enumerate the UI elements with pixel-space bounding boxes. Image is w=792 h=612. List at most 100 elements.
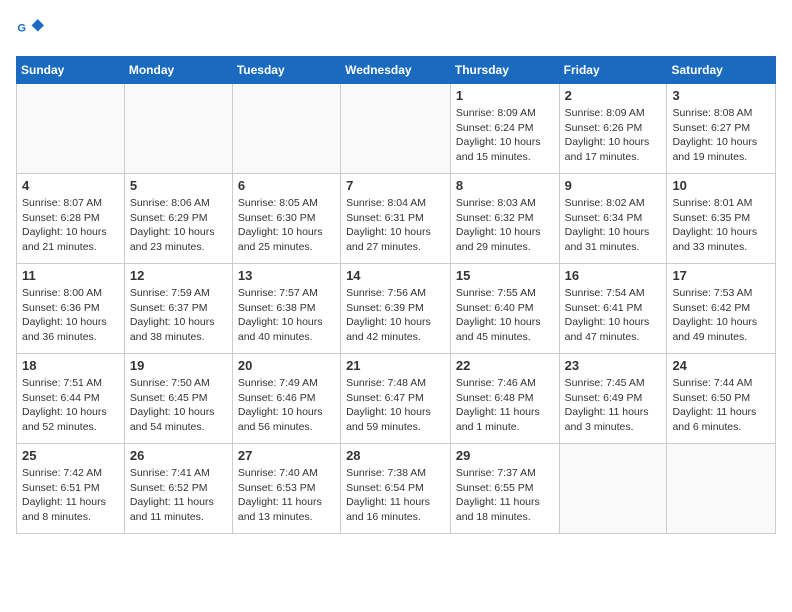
day-number: 27	[238, 448, 335, 463]
day-number: 17	[672, 268, 770, 283]
calendar-header-row: SundayMondayTuesdayWednesdayThursdayFrid…	[17, 57, 776, 84]
day-info: Sunrise: 8:01 AM Sunset: 6:35 PM Dayligh…	[672, 196, 770, 255]
calendar-header-saturday: Saturday	[667, 57, 776, 84]
calendar-cell: 26 Sunrise: 7:41 AM Sunset: 6:52 PM Dayli…	[124, 444, 232, 534]
day-number: 9	[565, 178, 662, 193]
calendar-cell: 11Sunrise: 8:00 AM Sunset: 6:36 PM Dayli…	[17, 264, 125, 354]
calendar-cell: 28 Sunrise: 7:38 AM Sunset: 6:54 PM Dayli…	[341, 444, 451, 534]
day-number: 23	[565, 358, 662, 373]
calendar-header-tuesday: Tuesday	[232, 57, 340, 84]
day-info: Sunrise: 8:07 AM Sunset: 6:28 PM Dayligh…	[22, 196, 119, 255]
svg-text:G: G	[18, 23, 26, 35]
calendar-cell: 24 Sunrise: 7:44 AM Sunset: 6:50 PM Dayli…	[667, 354, 776, 444]
day-number: 21	[346, 358, 445, 373]
calendar-header-wednesday: Wednesday	[341, 57, 451, 84]
day-info: Sunrise: 7:53 AM Sunset: 6:42 PM Dayligh…	[672, 286, 770, 345]
day-info: Sunrise: 7:54 AM Sunset: 6:41 PM Dayligh…	[565, 286, 662, 345]
day-info: Sunrise: 7:46 AM Sunset: 6:48 PM Dayligh…	[456, 376, 554, 435]
day-number: 16	[565, 268, 662, 283]
day-info: Sunrise: 8:02 AM Sunset: 6:34 PM Dayligh…	[565, 196, 662, 255]
calendar-week-2: 4Sunrise: 8:07 AM Sunset: 6:28 PM Daylig…	[17, 174, 776, 264]
day-number: 29	[456, 448, 554, 463]
day-info: Sunrise: 7:37 AM Sunset: 6:55 PM Dayligh…	[456, 466, 554, 525]
day-info: Sunrise: 7:38 AM Sunset: 6:54 PM Dayligh…	[346, 466, 445, 525]
day-info: Sunrise: 7:45 AM Sunset: 6:49 PM Dayligh…	[565, 376, 662, 435]
calendar-cell: 4Sunrise: 8:07 AM Sunset: 6:28 PM Daylig…	[17, 174, 125, 264]
calendar-cell: 23 Sunrise: 7:45 AM Sunset: 6:49 PM Dayli…	[559, 354, 667, 444]
day-number: 20	[238, 358, 335, 373]
day-info: Sunrise: 7:59 AM Sunset: 6:37 PM Dayligh…	[130, 286, 227, 345]
calendar-cell: 17 Sunrise: 7:53 AM Sunset: 6:42 PM Dayli…	[667, 264, 776, 354]
calendar-cell: 21 Sunrise: 7:48 AM Sunset: 6:47 PM Dayli…	[341, 354, 451, 444]
day-number: 6	[238, 178, 335, 193]
day-number: 2	[565, 88, 662, 103]
day-number: 10	[672, 178, 770, 193]
day-info: Sunrise: 8:03 AM Sunset: 6:32 PM Dayligh…	[456, 196, 554, 255]
calendar-cell: 10 Sunrise: 8:01 AM Sunset: 6:35 PM Dayli…	[667, 174, 776, 264]
calendar-week-1: 1 Sunrise: 8:09 AM Sunset: 6:24 PM Daylig…	[17, 84, 776, 174]
calendar-cell: 6 Sunrise: 8:05 AM Sunset: 6:30 PM Daylig…	[232, 174, 340, 264]
calendar-cell: 22 Sunrise: 7:46 AM Sunset: 6:48 PM Dayli…	[450, 354, 559, 444]
calendar-cell: 7Sunrise: 8:04 AM Sunset: 6:31 PM Daylig…	[341, 174, 451, 264]
calendar-cell: 19 Sunrise: 7:50 AM Sunset: 6:45 PM Dayli…	[124, 354, 232, 444]
calendar-cell: 1 Sunrise: 8:09 AM Sunset: 6:24 PM Daylig…	[450, 84, 559, 174]
logo: G	[16, 16, 48, 44]
day-number: 22	[456, 358, 554, 373]
day-info: Sunrise: 7:44 AM Sunset: 6:50 PM Dayligh…	[672, 376, 770, 435]
calendar-header-friday: Friday	[559, 57, 667, 84]
day-info: Sunrise: 8:09 AM Sunset: 6:24 PM Dayligh…	[456, 106, 554, 165]
calendar-cell	[17, 84, 125, 174]
calendar-week-3: 11Sunrise: 8:00 AM Sunset: 6:36 PM Dayli…	[17, 264, 776, 354]
calendar-cell: 9 Sunrise: 8:02 AM Sunset: 6:34 PM Daylig…	[559, 174, 667, 264]
calendar-header-monday: Monday	[124, 57, 232, 84]
day-info: Sunrise: 7:49 AM Sunset: 6:46 PM Dayligh…	[238, 376, 335, 435]
day-number: 28	[346, 448, 445, 463]
day-info: Sunrise: 7:41 AM Sunset: 6:52 PM Dayligh…	[130, 466, 227, 525]
calendar-cell: 12 Sunrise: 7:59 AM Sunset: 6:37 PM Dayli…	[124, 264, 232, 354]
day-number: 3	[672, 88, 770, 103]
calendar-week-5: 25 Sunrise: 7:42 AM Sunset: 6:51 PM Dayli…	[17, 444, 776, 534]
day-info: Sunrise: 7:42 AM Sunset: 6:51 PM Dayligh…	[22, 466, 119, 525]
calendar-cell	[667, 444, 776, 534]
day-number: 15	[456, 268, 554, 283]
calendar-cell	[341, 84, 451, 174]
calendar-cell: 3 Sunrise: 8:08 AM Sunset: 6:27 PM Daylig…	[667, 84, 776, 174]
day-info: Sunrise: 8:06 AM Sunset: 6:29 PM Dayligh…	[130, 196, 227, 255]
day-number: 24	[672, 358, 770, 373]
day-info: Sunrise: 8:08 AM Sunset: 6:27 PM Dayligh…	[672, 106, 770, 165]
day-info: Sunrise: 7:51 AM Sunset: 6:44 PM Dayligh…	[22, 376, 119, 435]
calendar-cell: 8 Sunrise: 8:03 AM Sunset: 6:32 PM Daylig…	[450, 174, 559, 264]
calendar-cell	[124, 84, 232, 174]
calendar-cell	[559, 444, 667, 534]
day-info: Sunrise: 8:05 AM Sunset: 6:30 PM Dayligh…	[238, 196, 335, 255]
day-number: 12	[130, 268, 227, 283]
day-info: Sunrise: 7:48 AM Sunset: 6:47 PM Dayligh…	[346, 376, 445, 435]
calendar-cell: 5Sunrise: 8:06 AM Sunset: 6:29 PM Daylig…	[124, 174, 232, 264]
day-info: Sunrise: 8:04 AM Sunset: 6:31 PM Dayligh…	[346, 196, 445, 255]
page-header: G	[16, 16, 776, 44]
day-number: 19	[130, 358, 227, 373]
calendar-cell: 15Sunrise: 7:55 AM Sunset: 6:40 PM Dayli…	[450, 264, 559, 354]
day-info: Sunrise: 7:40 AM Sunset: 6:53 PM Dayligh…	[238, 466, 335, 525]
calendar-cell: 29 Sunrise: 7:37 AM Sunset: 6:55 PM Dayli…	[450, 444, 559, 534]
day-info: Sunrise: 7:50 AM Sunset: 6:45 PM Dayligh…	[130, 376, 227, 435]
calendar-cell: 27 Sunrise: 7:40 AM Sunset: 6:53 PM Dayli…	[232, 444, 340, 534]
day-number: 26	[130, 448, 227, 463]
calendar-cell: 20 Sunrise: 7:49 AM Sunset: 6:46 PM Dayli…	[232, 354, 340, 444]
day-number: 1	[456, 88, 554, 103]
day-number: 8	[456, 178, 554, 193]
day-number: 25	[22, 448, 119, 463]
calendar-cell: 25 Sunrise: 7:42 AM Sunset: 6:51 PM Dayli…	[17, 444, 125, 534]
logo-icon: G	[16, 16, 44, 44]
calendar-header-thursday: Thursday	[450, 57, 559, 84]
day-number: 13	[238, 268, 335, 283]
calendar-cell: 18 Sunrise: 7:51 AM Sunset: 6:44 PM Dayli…	[17, 354, 125, 444]
day-info: Sunrise: 8:09 AM Sunset: 6:26 PM Dayligh…	[565, 106, 662, 165]
calendar-cell: 14Sunrise: 7:56 AM Sunset: 6:39 PM Dayli…	[341, 264, 451, 354]
calendar-header-sunday: Sunday	[17, 57, 125, 84]
day-number: 14	[346, 268, 445, 283]
day-info: Sunrise: 8:00 AM Sunset: 6:36 PM Dayligh…	[22, 286, 119, 345]
day-number: 18	[22, 358, 119, 373]
calendar-cell	[232, 84, 340, 174]
calendar-cell: 13Sunrise: 7:57 AM Sunset: 6:38 PM Dayli…	[232, 264, 340, 354]
